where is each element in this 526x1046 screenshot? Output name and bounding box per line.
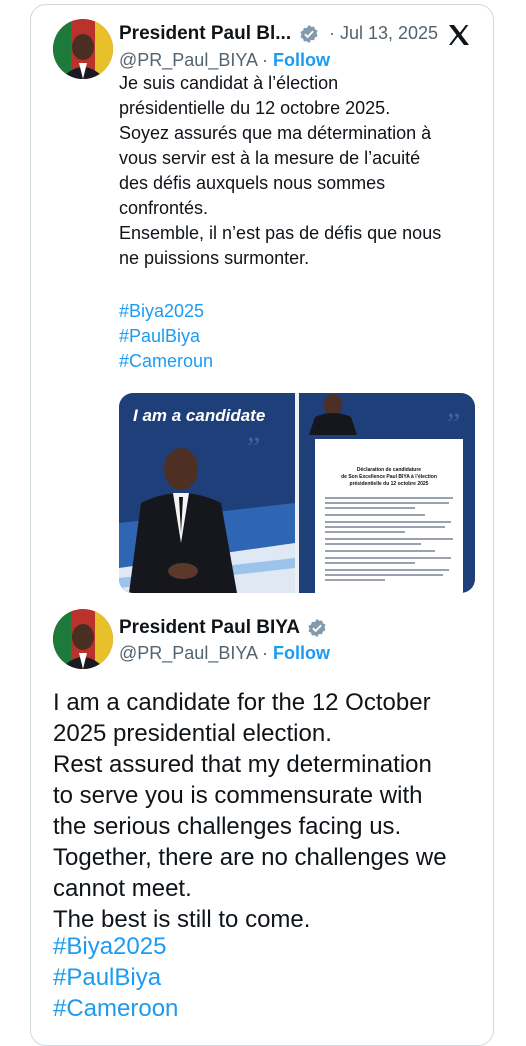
media-caption: I am a candidate — [133, 406, 265, 425]
hashtag-list: #Biya2025 #PaulBiya #Cameroun — [119, 299, 213, 374]
hashtag-link[interactable]: #PaulBiya — [53, 962, 178, 993]
tweet-card: President Paul Bl... · Jul 13, 2025 @PR_… — [30, 4, 494, 1046]
tweet-date[interactable]: · Jul 13, 2025 — [329, 23, 438, 44]
tweet-text-line: Soyez assurés que ma détermination à — [119, 123, 432, 143]
avatar[interactable] — [53, 609, 113, 669]
media-images: I am a candidate ” ” Déclaration de cand… — [119, 393, 475, 593]
separator: · — [262, 50, 269, 70]
hashtag-link[interactable]: #Biya2025 — [119, 299, 213, 324]
author-handle[interactable]: @PR_Paul_BIYA — [119, 50, 257, 70]
hashtag-link[interactable]: #Biya2025 — [53, 931, 178, 962]
avatar-photo — [53, 609, 113, 669]
tweet-text-line: I am a candidate for the 12 October — [53, 689, 431, 716]
follow-button[interactable]: Follow — [273, 50, 330, 70]
svg-text:”: ” — [247, 431, 260, 464]
tweet-text-line: Together, there are no challenges we — [53, 844, 447, 871]
separator: · — [262, 643, 269, 663]
hashtag-link[interactable]: #Cameroun — [119, 349, 213, 374]
svg-text:”: ” — [447, 407, 460, 440]
verified-badge-icon — [300, 24, 318, 44]
handle-row: @PR_Paul_BIYA · Follow — [119, 50, 330, 71]
tweet-text-line: 2025 presidential election. — [53, 720, 332, 747]
avatar[interactable] — [53, 19, 113, 79]
tweet-text-line: to serve you is commensurate with — [53, 782, 423, 809]
tweet-text-line: ne puissions surmonter. — [119, 248, 310, 268]
verified-badge-icon — [308, 618, 326, 638]
avatar-photo — [53, 19, 113, 79]
tweet-text-line: Rest assured that my determination — [53, 751, 432, 778]
doc-title-line: Déclaration de candidature — [357, 467, 421, 473]
tweet-text: Je suis candidat à l’élection présidenti… — [119, 71, 489, 271]
doc-title-line: de Son Excellence Paul BIYA à l’élection — [341, 474, 437, 480]
tweet-text-line: des défis auxquels nous sommes — [119, 173, 386, 193]
hashtag-link[interactable]: #Cameroon — [53, 993, 178, 1024]
hashtag-list: #Biya2025 #PaulBiya #Cameroon — [53, 931, 178, 1024]
tweet-text-line: vous servir est à la mesure de l’acuité — [119, 148, 421, 168]
doc-title-line: présidentielle du 12 octobre 2025 — [350, 481, 429, 487]
x-logo-icon[interactable] — [447, 23, 471, 47]
author-name[interactable]: President Paul Bl... — [119, 23, 297, 45]
tweet-media[interactable]: I am a candidate ” ” Déclaration de cand… — [119, 393, 475, 593]
tweet-text: I am a candidate for the 12 October 2025… — [53, 687, 493, 935]
tweet-text-line: Je suis candidat à l’élection — [119, 73, 339, 93]
handle-row: @PR_Paul_BIYA · Follow — [119, 643, 330, 664]
author-handle[interactable]: @PR_Paul_BIYA — [119, 643, 257, 663]
tweet-text-line: cannot meet. — [53, 875, 192, 902]
tweet-text-line: the serious challenges facing us. — [53, 813, 402, 840]
author-name[interactable]: President Paul BIYA — [119, 617, 300, 639]
tweet-text-line: présidentielle du 12 octobre 2025. — [119, 98, 391, 118]
hashtag-link[interactable]: #PaulBiya — [119, 324, 213, 349]
follow-button[interactable]: Follow — [273, 643, 330, 663]
tweet-text-line: confrontés. — [119, 198, 209, 218]
tweet-text-line: Ensemble, il n’est pas de défis que nous — [119, 223, 442, 243]
